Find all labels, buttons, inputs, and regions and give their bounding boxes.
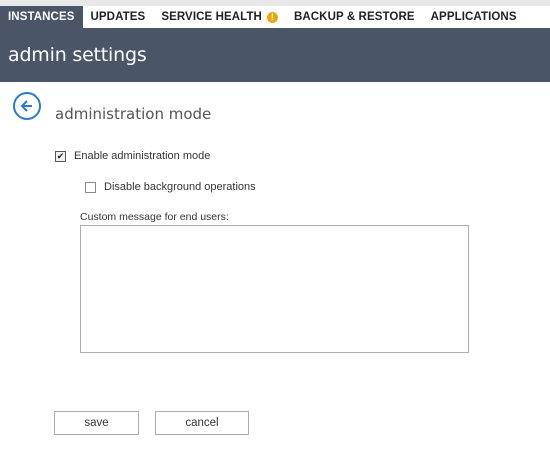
back-button[interactable]	[13, 92, 41, 120]
tab-service-health[interactable]: SERVICE HEALTH !	[153, 6, 286, 28]
cancel-button[interactable]: cancel	[155, 411, 249, 435]
disable-background-row: Disable background operations	[85, 181, 256, 193]
save-button[interactable]: save	[54, 411, 139, 435]
page-title: admin settings	[8, 44, 147, 66]
tab-bar: INSTANCES UPDATES SERVICE HEALTH ! BACKU…	[0, 6, 550, 28]
custom-message-label: Custom message for end users:	[80, 211, 229, 223]
admin-settings-page: INSTANCES UPDATES SERVICE HEALTH ! BACKU…	[0, 0, 550, 470]
warning-icon: !	[266, 11, 278, 23]
enable-admin-mode-checkbox-wrap: ✔	[49, 145, 74, 166]
disable-background-label: Disable background operations	[104, 181, 256, 193]
checkmark-icon: ✔	[56, 150, 65, 161]
tab-backup-restore[interactable]: BACKUP & RESTORE	[286, 6, 423, 28]
section-title: administration mode	[55, 105, 212, 123]
disable-background-checkbox[interactable]	[85, 181, 96, 193]
back-arrow-icon	[20, 100, 32, 112]
tab-instances[interactable]: INSTANCES	[0, 6, 83, 28]
page-header: admin settings	[0, 28, 550, 82]
enable-admin-mode-checkbox[interactable]: ✔	[55, 150, 66, 162]
tab-updates-label: UPDATES	[90, 11, 146, 23]
tab-backup-restore-label: BACKUP & RESTORE	[293, 11, 415, 23]
tab-updates[interactable]: UPDATES	[83, 6, 154, 28]
tab-applications[interactable]: APPLICATIONS	[423, 6, 525, 28]
tab-applications-label: APPLICATIONS	[430, 11, 517, 23]
tab-instances-label: INSTANCES	[8, 11, 75, 23]
enable-admin-mode-label: Enable administration mode	[74, 150, 211, 162]
enable-admin-mode-row: ✔ Enable administration mode	[49, 145, 211, 166]
custom-message-input[interactable]	[80, 225, 469, 353]
tab-service-health-label: SERVICE HEALTH	[161, 11, 262, 23]
